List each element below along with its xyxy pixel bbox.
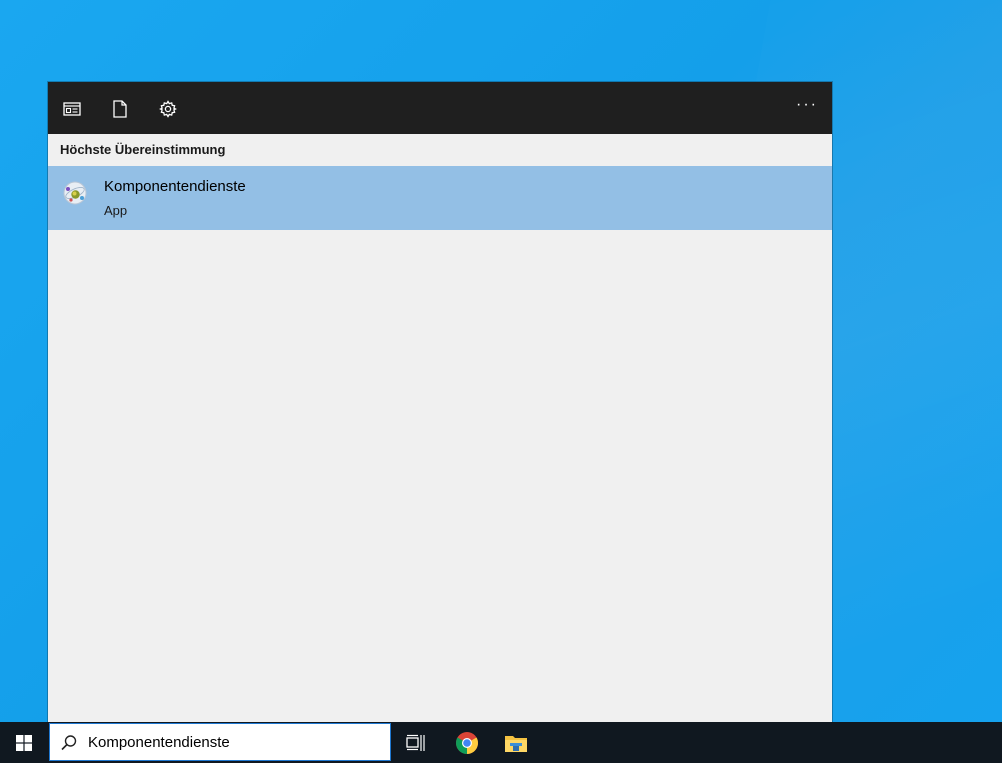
search-icon bbox=[61, 735, 77, 751]
chrome-icon[interactable] bbox=[454, 730, 480, 756]
more-options-button[interactable]: ··· bbox=[796, 97, 818, 118]
taskbar bbox=[0, 722, 1002, 763]
documents-icon[interactable] bbox=[110, 99, 130, 119]
result-title: Komponentendienste bbox=[104, 178, 246, 195]
best-match-result[interactable]: Komponentendienste App bbox=[48, 166, 832, 230]
result-type: App bbox=[104, 203, 128, 218]
start-button[interactable] bbox=[0, 722, 48, 763]
search-panel: ··· Höchste Übereinstimmung Komponentend… bbox=[48, 82, 832, 722]
file-explorer-icon[interactable] bbox=[503, 730, 529, 756]
apps-icon[interactable] bbox=[62, 99, 82, 119]
windows-logo-icon bbox=[16, 734, 32, 751]
search-input[interactable] bbox=[88, 731, 378, 753]
component-services-icon bbox=[62, 180, 88, 206]
task-view-icon[interactable] bbox=[403, 730, 429, 756]
search-panel-header: ··· bbox=[48, 82, 832, 134]
desktop: ··· Höchste Übereinstimmung Komponentend… bbox=[0, 0, 1002, 763]
taskbar-search-box[interactable] bbox=[49, 723, 391, 761]
best-match-heading: Höchste Übereinstimmung bbox=[60, 142, 226, 157]
settings-icon[interactable] bbox=[158, 99, 178, 119]
